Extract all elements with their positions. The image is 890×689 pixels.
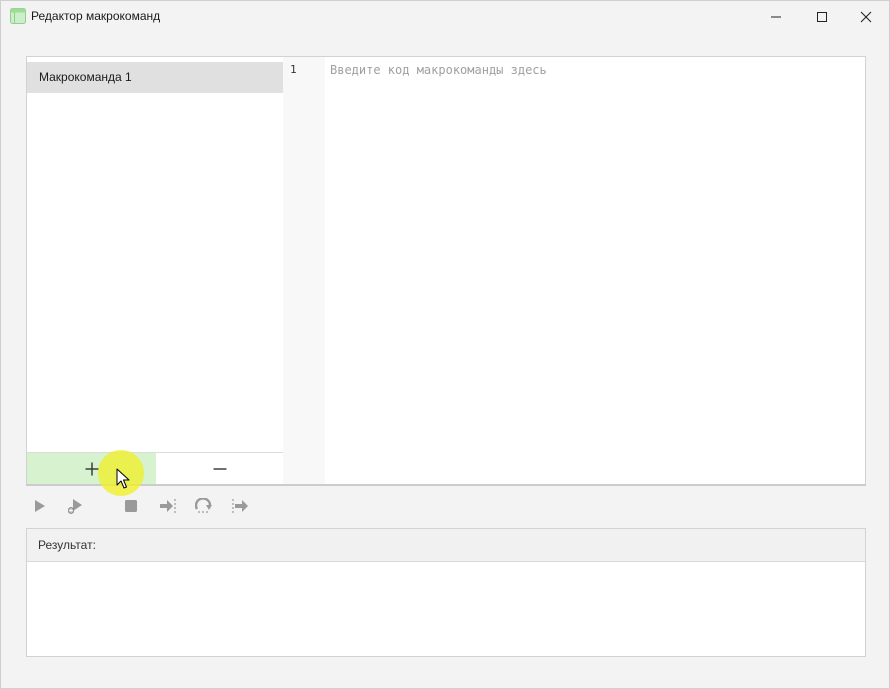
step-into-button[interactable] [156,494,180,518]
code-placeholder: Введите код макрокоманды здесь [330,63,547,77]
client-area: Макрокоманда 1 1 Введите код макрокоманд… [1,32,889,688]
macro-list-item[interactable]: Макрокоманда 1 [27,62,283,93]
run-button[interactable] [28,494,52,518]
editor-divider [26,484,866,486]
macro-editor-app-icon [10,8,26,24]
title-bar[interactable]: Редактор макрокоманд [1,1,889,32]
step-over-icon [195,498,212,513]
step-over-button[interactable] [192,494,216,518]
close-button[interactable] [843,1,889,32]
add-macro-button[interactable] [27,453,156,485]
window-title: Редактор макрокоманд [31,9,161,23]
macro-list-footer [27,452,283,485]
result-label: Результат: [27,529,865,562]
debug-icon [68,499,82,514]
macro-list-panel: Макрокоманда 1 [26,56,284,486]
remove-macro-button[interactable] [156,453,283,485]
stop-button[interactable] [119,494,143,518]
macro-editor-window: Редактор макрокоманд Макрокоманда 1 1 Вв… [0,0,890,689]
close-icon [860,11,872,22]
step-into-icon [160,499,176,513]
stop-icon [125,500,137,512]
maximize-icon [817,11,827,22]
step-out-button[interactable] [228,494,252,518]
line-number-gutter: 1 [283,57,325,485]
debug-toolbar [26,494,866,518]
debug-run-button[interactable] [63,494,87,518]
minus-icon [213,468,226,470]
result-panel: Результат: [26,528,866,657]
step-out-icon [232,499,248,513]
maximize-button[interactable] [799,1,845,32]
plus-icon [85,462,98,476]
line-number: 1 [290,63,297,76]
play-icon [35,500,45,512]
minimize-button[interactable] [753,1,799,32]
code-editor[interactable]: 1 Введите код макрокоманды здесь [283,56,866,486]
minimize-icon [771,16,781,17]
